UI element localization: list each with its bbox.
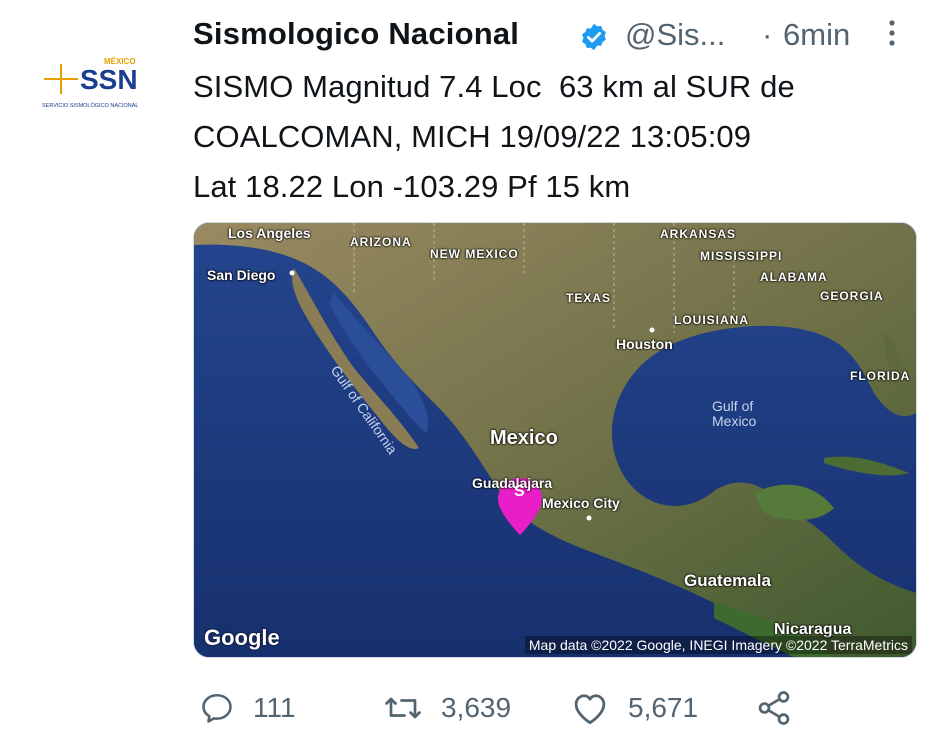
- logo-subtitle: SERVICIO SISMOLÓGICO NACIONAL: [42, 102, 138, 109]
- share-button[interactable]: [755, 683, 811, 733]
- share-icon: [758, 691, 790, 725]
- map-label-houston: Houston: [616, 336, 673, 352]
- map-label-gulf-of-mexico-line2: Mexico: [712, 413, 757, 429]
- retweet-count: 3,639: [441, 692, 512, 723]
- verified-badge-icon: [579, 22, 609, 52]
- ssn-logo: MÉXICO SSN SERVICIO SISMOLÓGICO NACIONAL: [42, 57, 138, 109]
- map-label-guatemala: Guatemala: [684, 571, 771, 590]
- avatar[interactable]: MÉXICO SSN SERVICIO SISMOLÓGICO NACIONAL: [40, 52, 156, 112]
- map-label-alabama: ALABAMA: [760, 270, 828, 284]
- tweet-timestamp[interactable]: 6min: [783, 17, 850, 53]
- map-image[interactable]: Los Angeles San Diego ARIZONA NEW MEXICO…: [193, 222, 917, 658]
- map-label-san-diego: San Diego: [207, 267, 276, 283]
- logo-text: SSN: [80, 64, 138, 95]
- map-label-mexico-city: Mexico City: [542, 495, 620, 511]
- marker-letter: S: [514, 483, 525, 500]
- map-attribution[interactable]: Map data ©2022 Google, INEGI Imagery ©20…: [524, 636, 912, 654]
- map-label-florida: FLORIDA: [850, 369, 911, 383]
- reply-button[interactable]: 111: [199, 683, 296, 733]
- author-handle[interactable]: @Sis...: [625, 17, 725, 53]
- map-label-mississippi: MISSISSIPPI: [700, 249, 783, 263]
- reply-icon: [202, 693, 232, 723]
- like-count: 5,671: [628, 692, 699, 723]
- tweet-text: SISMO Magnitud 7.4 Loc 63 km al SUR de C…: [193, 69, 795, 204]
- heart-icon: [574, 694, 606, 725]
- map-label-texas: TEXAS: [566, 291, 612, 305]
- map-label-georgia: GEORGIA: [820, 289, 884, 303]
- map-label-gulf-of-mexico-line1: Gulf of: [712, 398, 754, 414]
- tweet-actions: 111 3,639 5,671: [193, 683, 913, 733]
- map-label-louisiana: LOUISIANA: [674, 313, 749, 327]
- tweet-header: Sismologico Nacional @Sis... · 6min: [193, 12, 913, 56]
- like-button[interactable]: 5,671: [570, 683, 698, 733]
- reply-count: 111: [253, 692, 296, 723]
- separator-dot: ·: [762, 17, 773, 52]
- author-name[interactable]: Sismologico Nacional: [193, 16, 519, 52]
- map-label-los-angeles: Los Angeles: [228, 225, 311, 241]
- map-label-guadalajara: Guadalajara: [472, 475, 553, 491]
- google-logo: Google: [204, 625, 280, 650]
- retweet-icon: [385, 697, 421, 719]
- retweet-button[interactable]: 3,639: [383, 683, 511, 733]
- map-label-arizona: ARIZONA: [350, 235, 412, 249]
- more-options-icon[interactable]: [886, 16, 898, 52]
- map-label-mexico: Mexico: [490, 427, 558, 449]
- map-label-new-mexico: NEW MEXICO: [430, 247, 519, 261]
- map-label-arkansas: ARKANSAS: [660, 227, 737, 241]
